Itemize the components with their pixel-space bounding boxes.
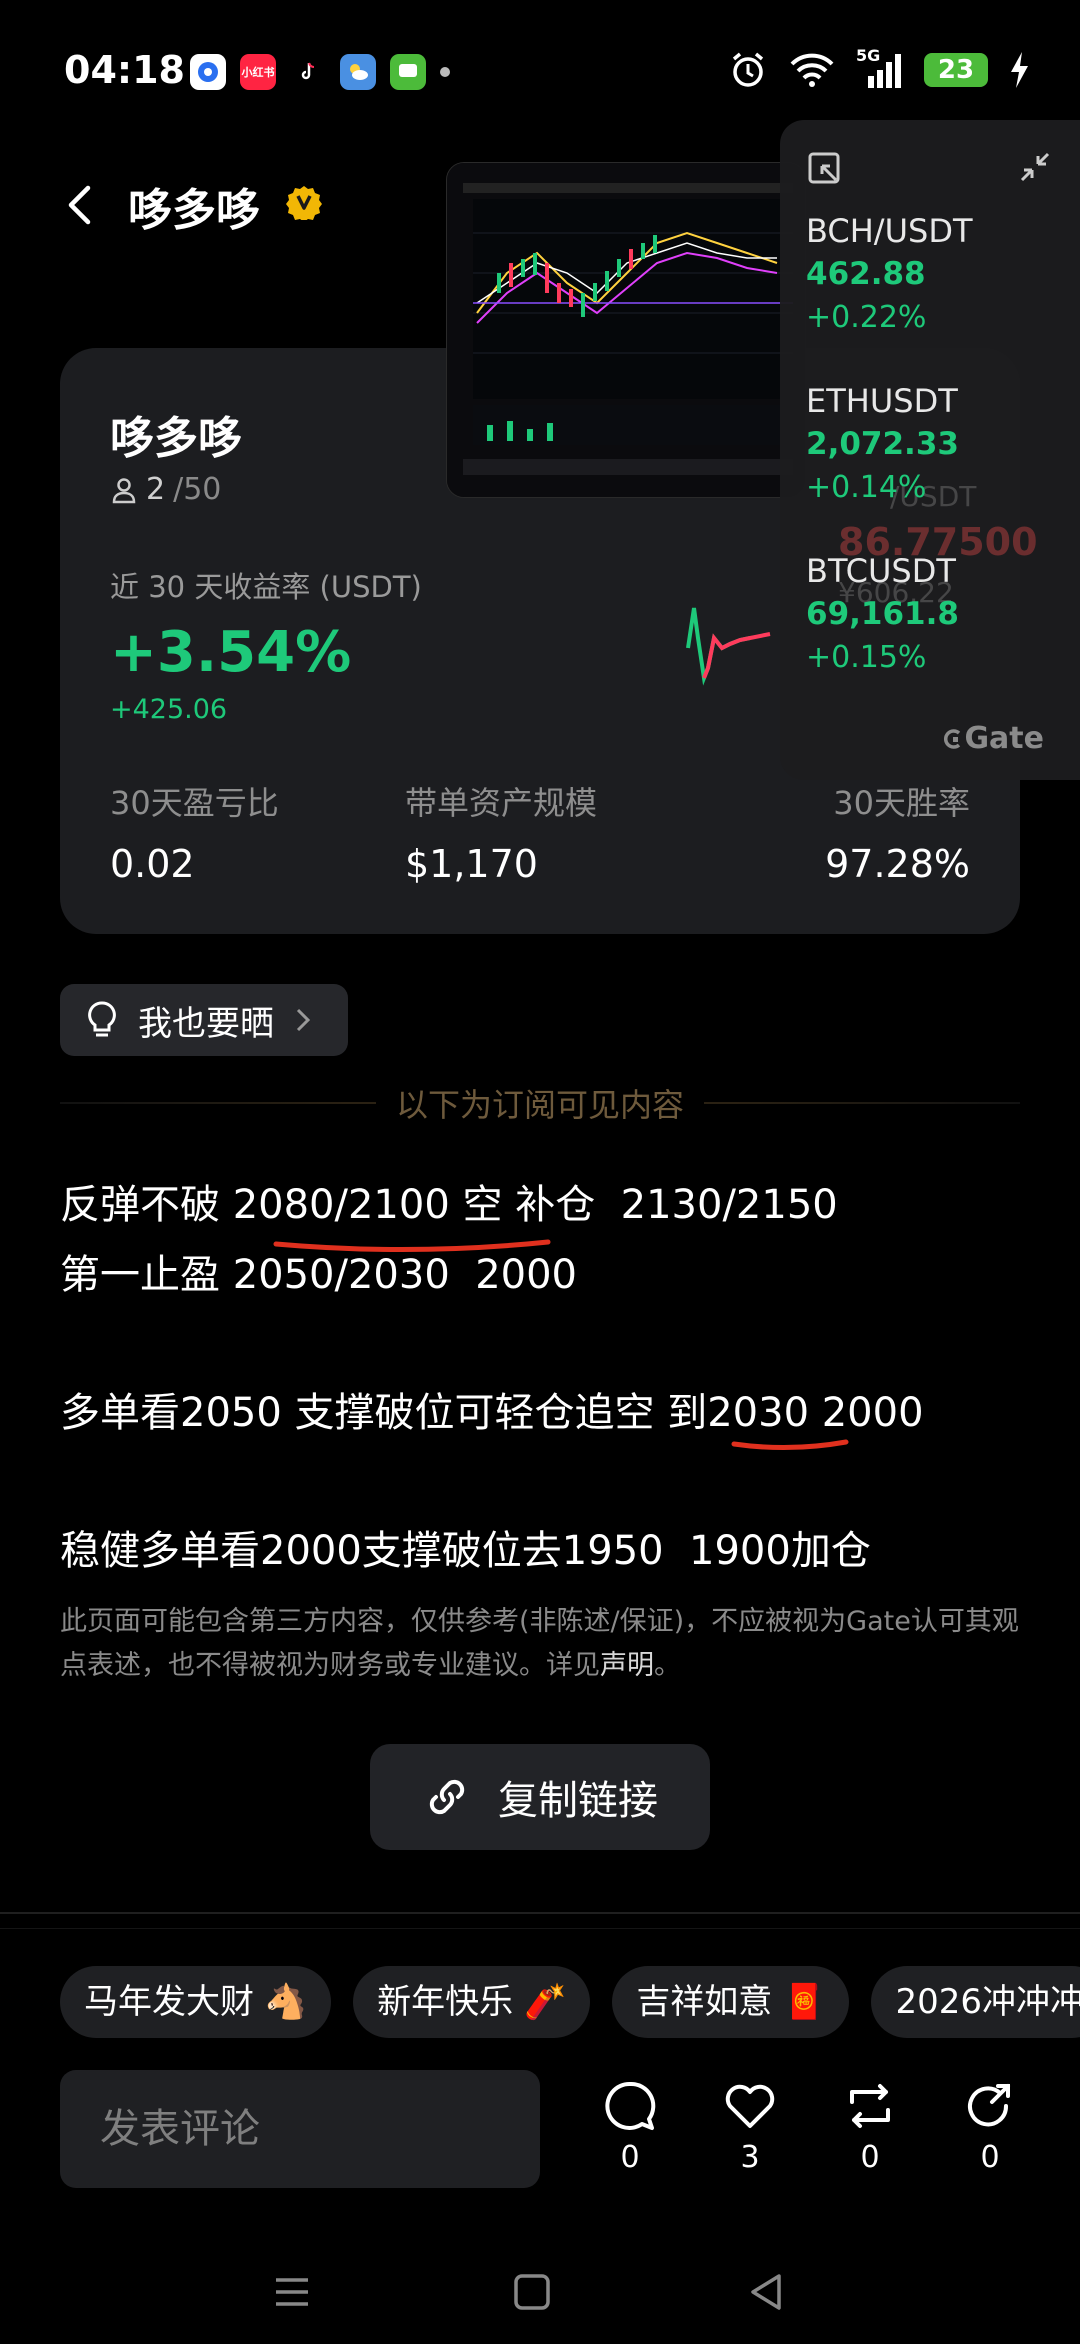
share-icon (968, 2084, 1010, 2127)
chevron-right-icon (296, 1008, 311, 1032)
repost-count: 0 (860, 2140, 880, 2175)
share-button[interactable]: 0 (950, 2078, 1030, 2175)
disclaimer-text: 此页面可能包含第三方内容，仅供参考(非陈述/保证)，不应被视为Gate认可其观点… (60, 1606, 1019, 1681)
stat-win-rate: 30天胜率 97.28% (825, 778, 970, 886)
expand-window-icon[interactable] (806, 150, 844, 188)
baidu-map-icon (190, 54, 226, 90)
third-party-disclaimer: 此页面可能包含第三方内容，仅供参考(非陈述/保证)，不应被视为Gate认可其观点… (60, 1600, 1030, 1688)
repost-button[interactable]: 0 (830, 2078, 910, 2175)
roi-absolute: +425.06 (110, 694, 228, 725)
handwritten-underline (731, 1439, 849, 1451)
subscription-notice-text: 以下为订阅可见内容 (375, 1086, 704, 1124)
back-arrow-icon[interactable] (56, 180, 106, 230)
post-line: 多单看2050 支撑破位可轻仓追空 到2030 2000 (60, 1390, 924, 1436)
messages-icon (390, 54, 426, 90)
page-title: 哆多哆 (128, 185, 260, 236)
wifi-icon (790, 53, 834, 87)
stat-label: 30天胜率 (833, 784, 970, 822)
trader-name: 哆多哆 (110, 413, 242, 464)
repost-icon (850, 2084, 890, 2128)
ticker-change: +0.22% (806, 300, 927, 335)
like-icon (725, 2084, 775, 2128)
post-line: 稳健多单看2000支撑破位去1950 1900加仓 (60, 1528, 871, 1574)
verified-badge-icon (286, 186, 322, 220)
gate-logo-icon (944, 729, 961, 749)
stat-value: 97.28% (825, 842, 970, 886)
clock: 04:18 (64, 48, 185, 92)
floating-price-widget[interactable]: 86.77500 /USDT ¥606.22 BCH/USDT 462.88 +… (780, 120, 1080, 780)
stat-value: $1,170 (405, 842, 538, 886)
signal-icon: 5G (856, 46, 904, 90)
weather-icon (340, 54, 376, 90)
quick-reply-chips: 马年发大财 🐴 新年快乐 🧨 吉祥如意 🧧 2026冲冲冲 (60, 1966, 1080, 2038)
stat-label: 30天盈亏比 (110, 784, 279, 822)
divider (0, 1928, 1080, 1929)
minimize-window-icon[interactable] (1018, 150, 1052, 184)
stat-assets-under-management: 带单资产规模 $1,170 (405, 778, 597, 886)
copy-link-button[interactable]: 复制链接 (370, 1744, 710, 1850)
share-pnl-button[interactable]: 我也要晒 (60, 984, 348, 1056)
ticker-eth[interactable]: ETHUSDT 2,072.33 +0.14% (806, 382, 959, 505)
subscription-notice: 以下为订阅可见内容 (0, 1080, 1080, 1126)
ticker-btc[interactable]: BTCUSDT 69,161.8 +0.15% (806, 552, 959, 675)
roi-value: +3.54% (110, 620, 352, 685)
notification-icons: 小红书 (190, 54, 450, 90)
stats-row: 30天盈亏比 0.02 带单资产规模 $1,170 30天胜率 97.28% (110, 778, 970, 888)
roi-label: 近 30 天收益率 (USDT) (110, 570, 422, 604)
battery-indicator: 23 (924, 53, 988, 87)
lightbulb-icon (88, 1001, 116, 1037)
gate-logo-text: Gate (964, 721, 1044, 756)
back-icon[interactable] (745, 2270, 789, 2314)
ticker-pair: ETHUSDT (806, 382, 958, 420)
ticker-price: 2,072.33 (806, 426, 959, 462)
more-notifications-icon (440, 67, 450, 77)
share-pnl-label: 我也要晒 (138, 1003, 274, 1044)
follower-current: 2 (146, 472, 166, 507)
ticker-bch[interactable]: BCH/USDT 462.88 +0.22% (806, 212, 973, 335)
home-icon[interactable] (510, 2270, 554, 2314)
quick-reply-chip[interactable]: 新年快乐 🧨 (353, 1966, 591, 2038)
ticker-price: 69,161.8 (806, 596, 959, 632)
system-navigation-bar (0, 2240, 1080, 2340)
ticker-pair: BCH/USDT (806, 212, 973, 250)
quick-reply-chip[interactable]: 吉祥如意 🧧 (612, 1966, 850, 2038)
stat-value: 0.02 (110, 842, 195, 886)
xiaohongshu-label: 小红书 (241, 66, 275, 79)
charging-icon (1011, 52, 1028, 88)
comment-input[interactable]: 发表评论 (60, 2070, 540, 2188)
system-icons: 5G 23 (728, 46, 1030, 90)
xiaohongshu-icon: 小红书 (240, 54, 276, 90)
like-count: 3 (740, 2140, 760, 2175)
menu-icon[interactable] (270, 2270, 314, 2314)
gate-logo: Gate (942, 721, 1044, 756)
comment-button[interactable]: 0 (590, 2078, 670, 2175)
link-icon (429, 1779, 465, 1815)
handwritten-underline (273, 1239, 551, 1253)
alarm-icon (732, 52, 764, 87)
disclaimer-end: 。 (654, 1650, 681, 1681)
comment-count: 0 (620, 2140, 640, 2175)
follower-count: 2/50 (110, 472, 221, 507)
candlestick-chart-image (447, 163, 805, 497)
tiktok-icon (290, 54, 326, 90)
chart-screenshot-thumbnail[interactable] (446, 162, 806, 498)
copy-link-label: 复制链接 (498, 1778, 658, 1824)
user-icon (112, 477, 136, 503)
ticker-price: 462.88 (806, 256, 926, 292)
like-button[interactable]: 3 (710, 2078, 790, 2175)
quick-reply-chip[interactable]: 2026冲冲冲 (871, 1966, 1080, 2038)
ticker-change: +0.14% (806, 470, 927, 505)
quick-reply-chip[interactable]: 马年发大财 🐴 (60, 1966, 332, 2038)
stat-label: 带单资产规模 (405, 784, 598, 822)
comment-icon (605, 2081, 656, 2130)
share-count: 0 (980, 2140, 1000, 2175)
disclaimer-link[interactable]: 声明 (600, 1650, 654, 1681)
divider (0, 1912, 1080, 1914)
ticker-pair: BTCUSDT (806, 552, 956, 590)
ticker-change: +0.15% (806, 640, 927, 675)
stat-profit-loss-ratio: 30天盈亏比 0.02 (110, 778, 279, 886)
follower-max: /50 (173, 472, 222, 507)
